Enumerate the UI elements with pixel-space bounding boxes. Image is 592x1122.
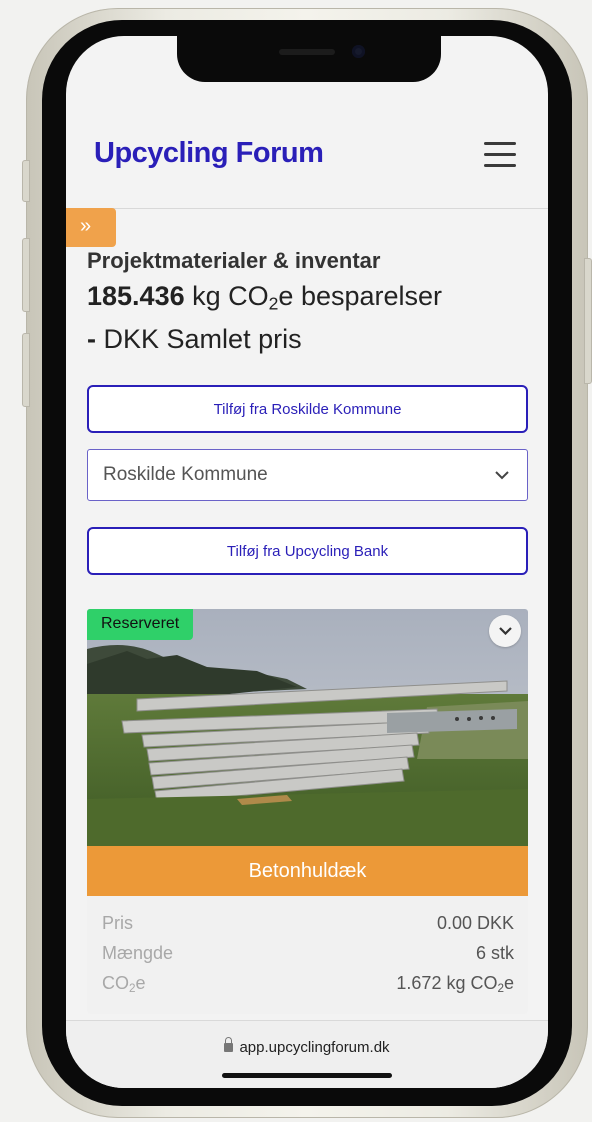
stat-value-suffix: e (503, 973, 514, 993)
municipality-select[interactable]: Roskilde Kommune (87, 449, 528, 502)
co2-unit-subscript: 2 (268, 293, 279, 314)
front-camera (352, 45, 365, 58)
stat-price: Pris 0.00 DKK (102, 908, 514, 938)
total-price-value: - (87, 324, 96, 355)
stat-label: CO2e (102, 968, 146, 1004)
total-price: - DKK Samlet pris (87, 321, 528, 357)
chevron-down-icon (498, 627, 512, 635)
speaker-grille (279, 49, 335, 55)
phone-mute-switch (22, 160, 30, 202)
co2-savings: 185.436 kg CO2e besparelser (87, 278, 528, 321)
stat-quantity: Mængde 6 stk (102, 938, 514, 968)
stat-value: 0.00 DKK (436, 913, 514, 933)
hamburger-menu-icon[interactable] (484, 142, 516, 168)
stat-label-suffix: e (135, 973, 146, 993)
co2-unit-suffix: e besparelser (278, 281, 443, 311)
logo[interactable]: Upcycling Forum (94, 137, 324, 170)
material-card[interactable]: Reserveret Betonhuldæk Pris 0.00 DKK Mæn… (87, 609, 528, 1014)
url-text: app.upcyclingforum.dk (239, 1039, 390, 1056)
stat-value: 6 stk (475, 943, 514, 963)
add-from-bank-button[interactable]: Tilføj fra Upcycling Bank (87, 527, 528, 576)
url-display[interactable]: app.upcyclingforum.dk (66, 1037, 548, 1056)
stat-value-prefix: 1.672 kg CO (396, 973, 498, 993)
phone-screen: Upcycling Forum » Projektmaterialer & in… (66, 36, 548, 1088)
notch (177, 36, 441, 82)
add-from-municipality-button[interactable]: Tilføj fra Roskilde Kommune (87, 385, 528, 434)
lock-icon (224, 1037, 234, 1052)
double-chevron-right-icon[interactable]: » (66, 208, 116, 247)
home-indicator[interactable] (222, 1073, 392, 1078)
project-summary: Projektmaterialer & inventar 185.436 kg … (87, 248, 528, 576)
co2-savings-value: 185.436 (87, 281, 185, 311)
expand-card-button[interactable] (489, 615, 521, 647)
material-photo-image (87, 609, 528, 846)
material-stats: Pris 0.00 DKK Mængde 6 stk CO2e 1.672 kg… (87, 896, 528, 1014)
stat-label: Pris (102, 913, 133, 933)
stat-label-prefix: CO (102, 973, 129, 993)
municipality-select-value: Roskilde Kommune (103, 464, 268, 486)
phone-volume-up (22, 238, 30, 312)
stat-label: Mængde (102, 943, 174, 963)
material-photo: Reserveret (87, 609, 528, 846)
stat-value: 1.672 kg CO2e (396, 968, 514, 1004)
chevron-down-icon (495, 471, 509, 480)
phone-volume-down (22, 333, 30, 407)
material-name[interactable]: Betonhuldæk (87, 846, 528, 896)
status-badge: Reserveret (87, 609, 194, 640)
total-price-label: DKK Samlet pris (103, 324, 302, 355)
page-title: Projektmaterialer & inventar (87, 248, 381, 273)
co2-unit-prefix: kg CO (192, 281, 269, 311)
phone-power-button (584, 258, 592, 384)
browser-address-bar[interactable]: app.upcyclingforum.dk (66, 1020, 548, 1088)
stat-co2: CO2e 1.672 kg CO2e (102, 968, 514, 1004)
